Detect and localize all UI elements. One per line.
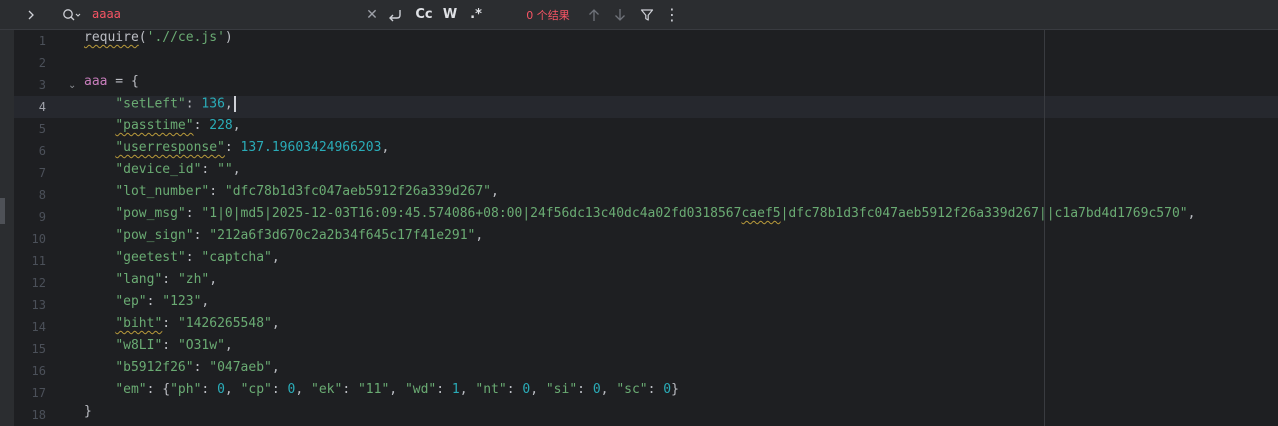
line-number: 15 bbox=[31, 342, 46, 356]
object-value: "zh" bbox=[177, 272, 210, 287]
code-line: "passtime": 228, bbox=[115, 118, 241, 133]
object-value: "O31w" bbox=[177, 338, 225, 353]
object-key: "pow_msg" bbox=[115, 206, 186, 221]
right-margin-guide bbox=[1044, 30, 1045, 426]
code-line: "w8LI": "O31w", bbox=[115, 338, 233, 353]
object-key: "biht" bbox=[115, 316, 163, 331]
em-key: "cp" bbox=[240, 382, 272, 397]
object-key: "setLeft" bbox=[115, 96, 186, 112]
newline-icon[interactable] bbox=[384, 0, 406, 29]
em-key: "wd" bbox=[404, 382, 437, 397]
code-line: "b5912f26": "047aeb", bbox=[115, 360, 280, 375]
em-key: "nt" bbox=[475, 382, 507, 397]
code-line: "biht": "1426265548", bbox=[115, 316, 280, 331]
require-call: require bbox=[84, 30, 139, 45]
line-number: 18 bbox=[31, 408, 46, 422]
var-name: aaa bbox=[84, 74, 108, 89]
find-bar: ✕ Cc W .* 0 个结果 ⋮ bbox=[0, 0, 1278, 30]
text-caret bbox=[233, 96, 236, 112]
arrow-up-icon[interactable] bbox=[584, 0, 604, 29]
em-value: 1 bbox=[451, 382, 460, 397]
object-value: 137.19603424966203 bbox=[240, 140, 382, 155]
code-line: "lot_number": "dfc78b1d3fc047aeb5912f26a… bbox=[115, 184, 499, 199]
em-key: "ek" bbox=[311, 382, 343, 397]
em-key: "si" bbox=[545, 382, 578, 397]
object-value: 228 bbox=[209, 118, 233, 133]
object-key: "ep" bbox=[115, 294, 147, 309]
line-number: 14 bbox=[31, 320, 46, 334]
code-line: "em": {"ph": 0, "cp": 0, "ek": "11", "wd… bbox=[115, 382, 679, 397]
line-number: 11 bbox=[31, 254, 46, 268]
line-number: 3 bbox=[38, 78, 46, 92]
more-vertical-icon[interactable]: ⋮ bbox=[662, 0, 682, 29]
close-icon[interactable]: ✕ bbox=[364, 0, 380, 29]
strip-handle[interactable] bbox=[0, 198, 5, 224]
code-line: "geetest": "captcha", bbox=[115, 250, 280, 265]
object-key: "geetest" bbox=[115, 250, 186, 265]
match-case-toggle[interactable]: Cc bbox=[412, 0, 436, 29]
line-number: 16 bbox=[31, 364, 46, 378]
object-key: "b5912f26" bbox=[115, 360, 194, 375]
line-number: 5 bbox=[38, 122, 46, 136]
code-editor[interactable]: 1 2 3 4 5 6 7 8 9 10 11 12 13 14 15 16 17 18 ⌄ require('.… bbox=[0, 30, 1278, 426]
code-line: } bbox=[84, 404, 92, 426]
code-line: "pow_sign": "212a6f3d670c2a2b34f645c17f4… bbox=[115, 228, 484, 243]
filter-icon[interactable] bbox=[636, 0, 658, 29]
line-number: 7 bbox=[38, 166, 46, 180]
code-line: "setLeft": 136, bbox=[84, 96, 236, 118]
tool-window-strip bbox=[0, 30, 14, 426]
code-line: "lang": "zh", bbox=[115, 272, 218, 287]
em-value: "11" bbox=[357, 382, 390, 397]
em-key: "sc" bbox=[616, 382, 648, 397]
search-history-icon[interactable] bbox=[60, 0, 84, 29]
object-value: "1426265548" bbox=[177, 316, 272, 331]
em-value: 0 bbox=[217, 382, 225, 397]
line-number: 17 bbox=[31, 386, 46, 400]
object-key: "userresponse" bbox=[115, 140, 225, 155]
em-key: "ph" bbox=[170, 382, 202, 397]
object-value: 136 bbox=[201, 96, 225, 112]
object-key: "passtime" bbox=[115, 118, 194, 133]
object-key: "em" bbox=[115, 382, 147, 397]
object-value: "123" bbox=[162, 294, 202, 309]
object-value: "dfc78b1d3fc047aeb5912f26a339d267" bbox=[224, 184, 491, 199]
arrow-down-icon[interactable] bbox=[610, 0, 630, 29]
assign-op: = { bbox=[107, 74, 139, 89]
object-key: "pow_sign" bbox=[115, 228, 194, 243]
object-key: "w8LI" bbox=[115, 338, 163, 353]
regex-toggle[interactable]: .* bbox=[466, 0, 486, 29]
object-value: "" bbox=[217, 162, 233, 177]
line-number: 4 bbox=[38, 100, 46, 114]
em-value: 0 bbox=[663, 382, 672, 397]
line-number: 12 bbox=[31, 276, 46, 290]
search-input[interactable] bbox=[92, 4, 354, 24]
object-key: "lang" bbox=[115, 272, 163, 287]
closing-brace: } bbox=[84, 404, 92, 419]
chevron-right-icon[interactable] bbox=[20, 0, 42, 29]
code-line: "ep": "123", bbox=[115, 294, 210, 309]
line-number: 13 bbox=[31, 298, 46, 312]
object-value: "1|0|md5|2025-12-03T16:09:45.574086+08:0… bbox=[201, 206, 1188, 221]
code-line: "pow_msg": "1|0|md5|2025-12-03T16:09:45.… bbox=[115, 206, 1196, 221]
whole-words-toggle[interactable]: W bbox=[440, 0, 460, 29]
code-line: "userresponse": 137.19603424966203, bbox=[115, 140, 390, 155]
line-number: 6 bbox=[38, 144, 46, 158]
line-number: 2 bbox=[38, 56, 46, 70]
object-key: "lot_number" bbox=[115, 184, 210, 199]
object-value: "047aeb" bbox=[209, 360, 272, 375]
em-value: 0 bbox=[592, 382, 601, 397]
object-value: "captcha" bbox=[201, 250, 272, 265]
fold-chevron-icon[interactable]: ⌄ bbox=[68, 81, 76, 91]
object-value: "212a6f3d670c2a2b34f645c17f41e291" bbox=[209, 228, 476, 243]
line-number: 9 bbox=[38, 210, 46, 224]
results-count: 0 个结果 bbox=[526, 8, 570, 22]
code-line: require('.//ce.js') bbox=[84, 30, 233, 45]
line-number: 1 bbox=[38, 34, 46, 48]
require-arg: './/ce.js' bbox=[146, 30, 225, 45]
line-number: 8 bbox=[38, 188, 46, 202]
code-line: "device_id": "", bbox=[115, 162, 241, 177]
object-key: "device_id" bbox=[115, 162, 202, 177]
line-number: 10 bbox=[31, 232, 46, 246]
code-line: aaa = { bbox=[84, 74, 139, 96]
